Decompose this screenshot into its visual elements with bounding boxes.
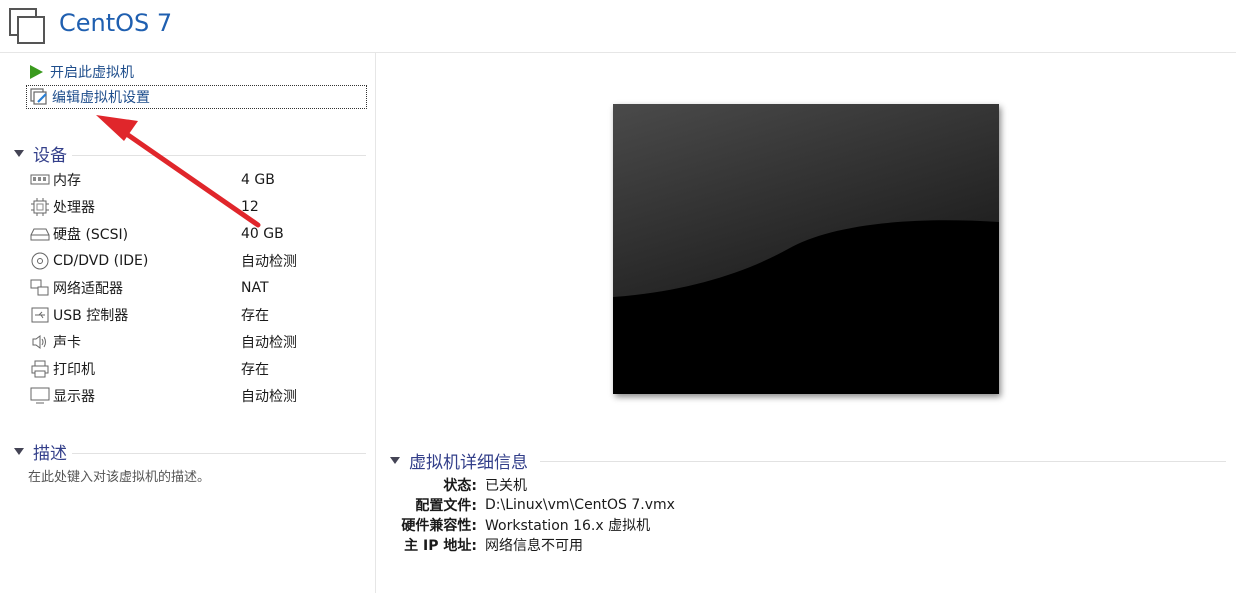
detail-row-ip-address: 主 IP 地址: 网络信息不可用 — [376, 535, 1076, 555]
section-divider — [540, 461, 1226, 462]
device-value: 40 GB — [241, 226, 284, 242]
detail-value: D:\Linux\vm\CentOS 7.vmx — [485, 497, 675, 513]
vm-header: CentOS 7 — [0, 0, 1236, 53]
network-adapter-icon — [28, 278, 52, 298]
detail-row-config-file: 配置文件: D:\Linux\vm\CentOS 7.vmx — [376, 495, 1076, 515]
printer-icon — [28, 359, 52, 379]
device-row-cpu[interactable]: 处理器 12 — [28, 195, 348, 219]
details-section-header[interactable]: 虚拟机详细信息 — [390, 449, 1226, 473]
edit-settings-icon — [30, 87, 52, 107]
edit-settings-button[interactable]: 编辑虚拟机设置 — [26, 85, 367, 109]
memory-icon — [28, 170, 52, 190]
detail-key: 硬件兼容性: — [401, 518, 477, 534]
monitor-icon — [28, 386, 52, 406]
device-value: 自动检测 — [241, 389, 297, 405]
left-panel: 开启此虚拟机 编辑虚拟机设置 设备 内存 4 GB 处理器 12 硬盘 (SCS… — [0, 53, 376, 593]
collapse-triangle-icon — [14, 149, 24, 157]
devices-section-header[interactable]: 设备 — [14, 142, 366, 166]
right-panel: 虚拟机详细信息 状态: 已关机 配置文件: D:\Linux\vm\CentOS… — [376, 53, 1236, 593]
detail-value: 网络信息不可用 — [485, 538, 583, 554]
cd-dvd-icon — [28, 251, 52, 271]
device-name: USB 控制器 — [53, 308, 129, 324]
vm-title: CentOS 7 — [59, 9, 173, 37]
device-row-usb[interactable]: USB 控制器 存在 — [28, 303, 348, 327]
device-value: 存在 — [241, 362, 269, 378]
device-name: 处理器 — [53, 200, 95, 216]
vm-icon — [9, 8, 45, 44]
edit-settings-label: 编辑虚拟机设置 — [52, 90, 150, 106]
device-row-cd-dvd[interactable]: CD/DVD (IDE) 自动检测 — [28, 249, 348, 273]
speaker-icon — [28, 332, 52, 352]
detail-row-status: 状态: 已关机 — [376, 475, 1076, 495]
device-row-sound[interactable]: 声卡 自动检测 — [28, 330, 348, 354]
section-divider — [72, 155, 366, 156]
device-name: 网络适配器 — [53, 281, 123, 297]
device-name: 打印机 — [53, 362, 95, 378]
device-value: 自动检测 — [241, 254, 297, 270]
section-divider — [72, 453, 366, 454]
power-on-label: 开启此虚拟机 — [50, 65, 134, 81]
device-value: 自动检测 — [241, 335, 297, 351]
device-value: 4 GB — [241, 172, 275, 188]
device-value: NAT — [241, 280, 269, 296]
detail-row-hardware-compat: 硬件兼容性: Workstation 16.x 虚拟机 — [376, 515, 1076, 535]
collapse-triangle-icon — [390, 456, 400, 464]
device-row-network-adapter[interactable]: 网络适配器 NAT — [28, 276, 348, 300]
device-name: 显示器 — [53, 389, 95, 405]
usb-icon — [28, 305, 52, 325]
detail-key: 主 IP 地址: — [404, 538, 477, 554]
device-row-hard-disk[interactable]: 硬盘 (SCSI) 40 GB — [28, 222, 348, 246]
detail-key: 配置文件: — [415, 498, 477, 514]
details-title: 虚拟机详细信息 — [409, 452, 528, 473]
description-title: 描述 — [33, 443, 67, 464]
device-row-monitor[interactable]: 显示器 自动检测 — [28, 384, 348, 408]
vm-screen-thumbnail[interactable] — [613, 104, 999, 394]
device-name: 内存 — [53, 173, 81, 189]
device-value: 存在 — [241, 308, 269, 324]
device-row-memory[interactable]: 内存 4 GB — [28, 168, 348, 192]
collapse-triangle-icon — [14, 447, 24, 455]
power-on-button[interactable]: 开启此虚拟机 — [28, 60, 134, 84]
device-name: 声卡 — [53, 335, 81, 351]
detail-value: 已关机 — [485, 478, 527, 494]
description-text[interactable]: 在此处键入对该虚拟机的描述。 — [28, 466, 210, 485]
cpu-icon — [28, 197, 52, 217]
device-name: CD/DVD (IDE) — [53, 253, 149, 269]
description-section-header[interactable]: 描述 — [14, 440, 366, 464]
hard-disk-icon — [28, 224, 52, 244]
device-value: 12 — [241, 199, 259, 215]
detail-key: 状态: — [443, 478, 477, 494]
device-name: 硬盘 (SCSI) — [53, 227, 129, 243]
play-icon — [28, 62, 50, 82]
detail-value: Workstation 16.x 虚拟机 — [485, 518, 651, 534]
devices-title: 设备 — [33, 145, 67, 166]
device-row-printer[interactable]: 打印机 存在 — [28, 357, 348, 381]
